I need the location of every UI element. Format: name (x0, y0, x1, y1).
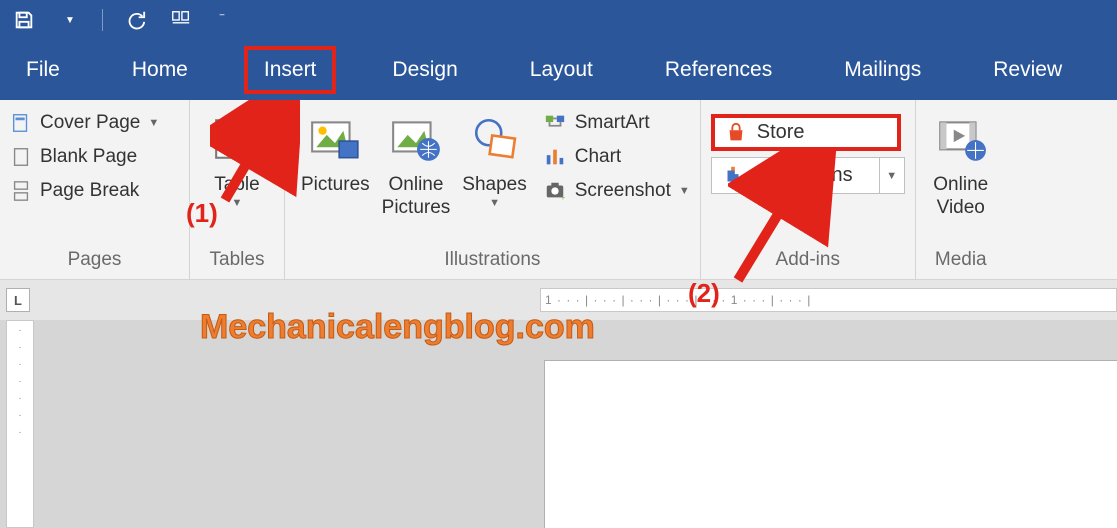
group-tables: Table ▼ Tables (190, 100, 285, 279)
group-illustrations: Pictures Online Pictures Shapes ▼ (285, 100, 701, 279)
addins-icon (722, 165, 744, 187)
pictures-button[interactable]: Pictures (295, 106, 376, 224)
my-addins-label: My Add-ins (754, 164, 853, 187)
svg-text:+: + (560, 193, 565, 202)
vertical-ruler[interactable]: ······· (6, 320, 34, 528)
quick-access-toolbar: ▼ ‾ (0, 0, 1117, 40)
tab-review[interactable]: Review (977, 50, 1078, 90)
horizontal-ruler[interactable]: 1 · · · | · · · | · · · | · · · | · · · … (540, 288, 1117, 312)
group-illustrations-label: Illustrations (295, 245, 690, 277)
blank-page-label: Blank Page (40, 146, 137, 168)
blank-page-button[interactable]: Blank Page (10, 144, 159, 170)
chart-label: Chart (575, 146, 621, 168)
save-dropdown-icon[interactable]: ▼ (56, 6, 84, 34)
pictures-icon (306, 110, 364, 168)
tab-design[interactable]: Design (376, 50, 473, 90)
my-addins-button[interactable]: My Add-ins (711, 157, 879, 194)
qat-separator (102, 9, 103, 31)
online-pictures-button[interactable]: Online Pictures (376, 106, 457, 224)
online-video-button[interactable]: Online Video (926, 106, 996, 224)
horizontal-ruler-area: L 1 · · · | · · · | · · · | · · · | · · … (0, 280, 1117, 320)
store-button[interactable]: Store (711, 114, 901, 151)
screenshot-button[interactable]: + Screenshot ▼ (543, 178, 690, 204)
redo-icon[interactable] (121, 6, 149, 34)
shapes-icon (466, 110, 524, 168)
customize-qat-icon[interactable]: ‾ (213, 6, 231, 34)
cover-page-button[interactable]: Cover Page ▼ (10, 110, 159, 136)
table-icon (208, 110, 266, 168)
group-tables-label: Tables (200, 245, 274, 277)
pictures-label: Pictures (301, 174, 370, 197)
chart-button[interactable]: Chart (543, 144, 690, 170)
dropdown-icon: ▼ (232, 197, 243, 210)
dropdown-icon: ▼ (489, 197, 500, 210)
table-label: Table (214, 174, 259, 197)
online-video-icon (932, 110, 990, 168)
save-icon[interactable] (10, 6, 38, 34)
dropdown-icon: ▼ (679, 185, 690, 197)
online-pictures-icon (387, 110, 445, 168)
dropdown-icon: ▼ (886, 170, 897, 182)
online-pictures-label-l1: Online (389, 174, 444, 197)
document-page[interactable] (544, 360, 1117, 528)
group-addins-label: Add-ins (711, 245, 905, 277)
document-area: ······· (0, 320, 1117, 528)
screenshot-label: Screenshot (575, 180, 671, 202)
smartart-button[interactable]: SmartArt (543, 110, 690, 136)
tab-mailings[interactable]: Mailings (828, 50, 937, 90)
table-button[interactable]: Table ▼ (202, 106, 272, 214)
store-icon (725, 122, 747, 144)
tab-selector[interactable]: L (6, 288, 30, 312)
group-pages-label: Pages (10, 245, 179, 277)
store-label: Store (757, 121, 805, 144)
online-video-label-l2: Video (937, 197, 985, 220)
dropdown-icon: ▼ (148, 117, 159, 129)
group-addins: Store My Add-ins ▼ Add-ins (701, 100, 916, 279)
tab-home[interactable]: Home (116, 50, 204, 90)
tab-references[interactable]: References (649, 50, 788, 90)
online-video-label-l1: Online (933, 174, 988, 197)
ribbon: Cover Page ▼ Blank Page Page Break Pages (0, 100, 1117, 280)
tab-file[interactable]: File (10, 50, 76, 90)
shapes-button[interactable]: Shapes ▼ (456, 106, 532, 214)
online-pictures-label-l2: Pictures (382, 197, 451, 220)
page-break-label: Page Break (40, 180, 139, 202)
page-break-button[interactable]: Page Break (10, 178, 159, 204)
tab-insert[interactable]: Insert (244, 46, 337, 94)
document-background (34, 320, 544, 528)
tab-layout[interactable]: Layout (514, 50, 609, 90)
group-media: Online Video Media (916, 100, 1006, 279)
ribbon-tabs: File Home Insert Design Layout Reference… (0, 40, 1117, 100)
group-media-label: Media (926, 245, 996, 277)
smartart-label: SmartArt (575, 112, 650, 134)
touch-mode-icon[interactable] (167, 6, 195, 34)
cover-page-label: Cover Page (40, 112, 140, 134)
shapes-label: Shapes (462, 174, 526, 197)
group-pages: Cover Page ▼ Blank Page Page Break Pages (0, 100, 190, 279)
my-addins-dropdown[interactable]: ▼ (879, 157, 905, 194)
